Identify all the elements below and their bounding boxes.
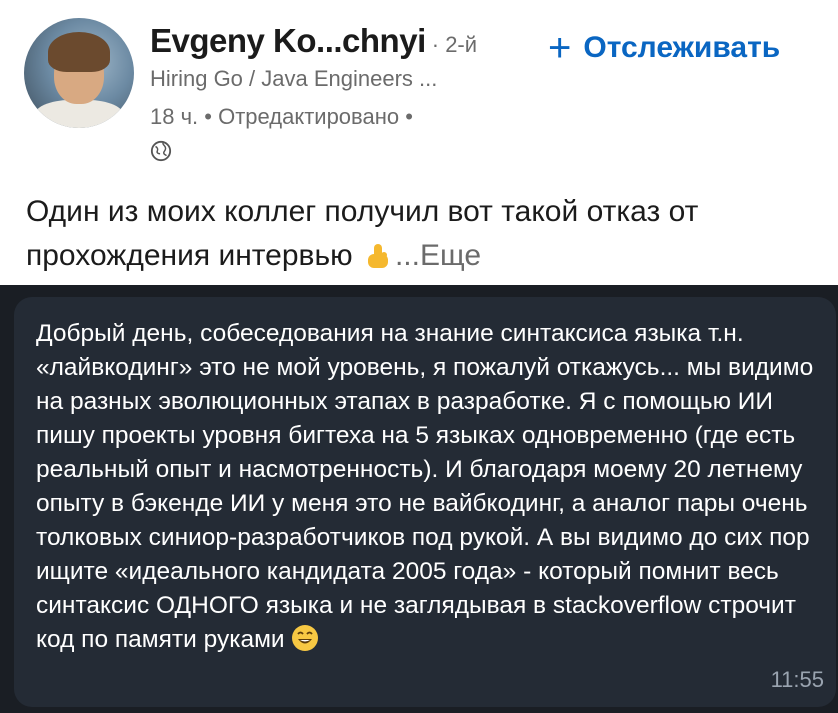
follow-label: Отслеживать (583, 31, 781, 64)
post-text-line1: Один из моих коллег получил вот такой от… (26, 195, 699, 228)
author-name[interactable]: Evgeny Ko...chnyi (150, 22, 426, 60)
avatar-hair (48, 32, 110, 72)
connection-degree: · 2-й (431, 32, 478, 57)
point-down-emoji (367, 244, 388, 269)
smile-emoji (291, 625, 318, 651)
message-bubble: Добрый день, собеседования на знание син… (14, 297, 836, 707)
globe-icon (150, 140, 172, 162)
avatar-shirt (34, 100, 124, 128)
message-text: Добрый день, собеседования на знание син… (36, 320, 814, 653)
plus-icon: + (548, 26, 572, 70)
author-headline: Hiring Go / Java Engineers ... (150, 66, 438, 91)
message-text-wrap: Добрый день, собеседования на знание син… (36, 317, 816, 657)
chat-area: Добрый день, собеседования на знание син… (0, 285, 838, 713)
post-text-line2: прохождения интервью (26, 239, 353, 272)
linkedin-post: Evgeny Ko...chnyi · 2-й + Отслеживать Hi… (0, 0, 838, 285)
post-meta: 18 ч. • Отредактировано • (150, 104, 413, 129)
follow-button[interactable]: + Отслеживать (548, 28, 780, 68)
author-row: Evgeny Ko...chnyi · 2-й (150, 22, 477, 62)
avatar[interactable] (24, 18, 134, 128)
post-text: Один из моих коллег получил вот такой от… (26, 190, 806, 278)
see-more-link[interactable]: ...Еще (395, 239, 481, 272)
message-time: 11:55 (770, 667, 824, 692)
